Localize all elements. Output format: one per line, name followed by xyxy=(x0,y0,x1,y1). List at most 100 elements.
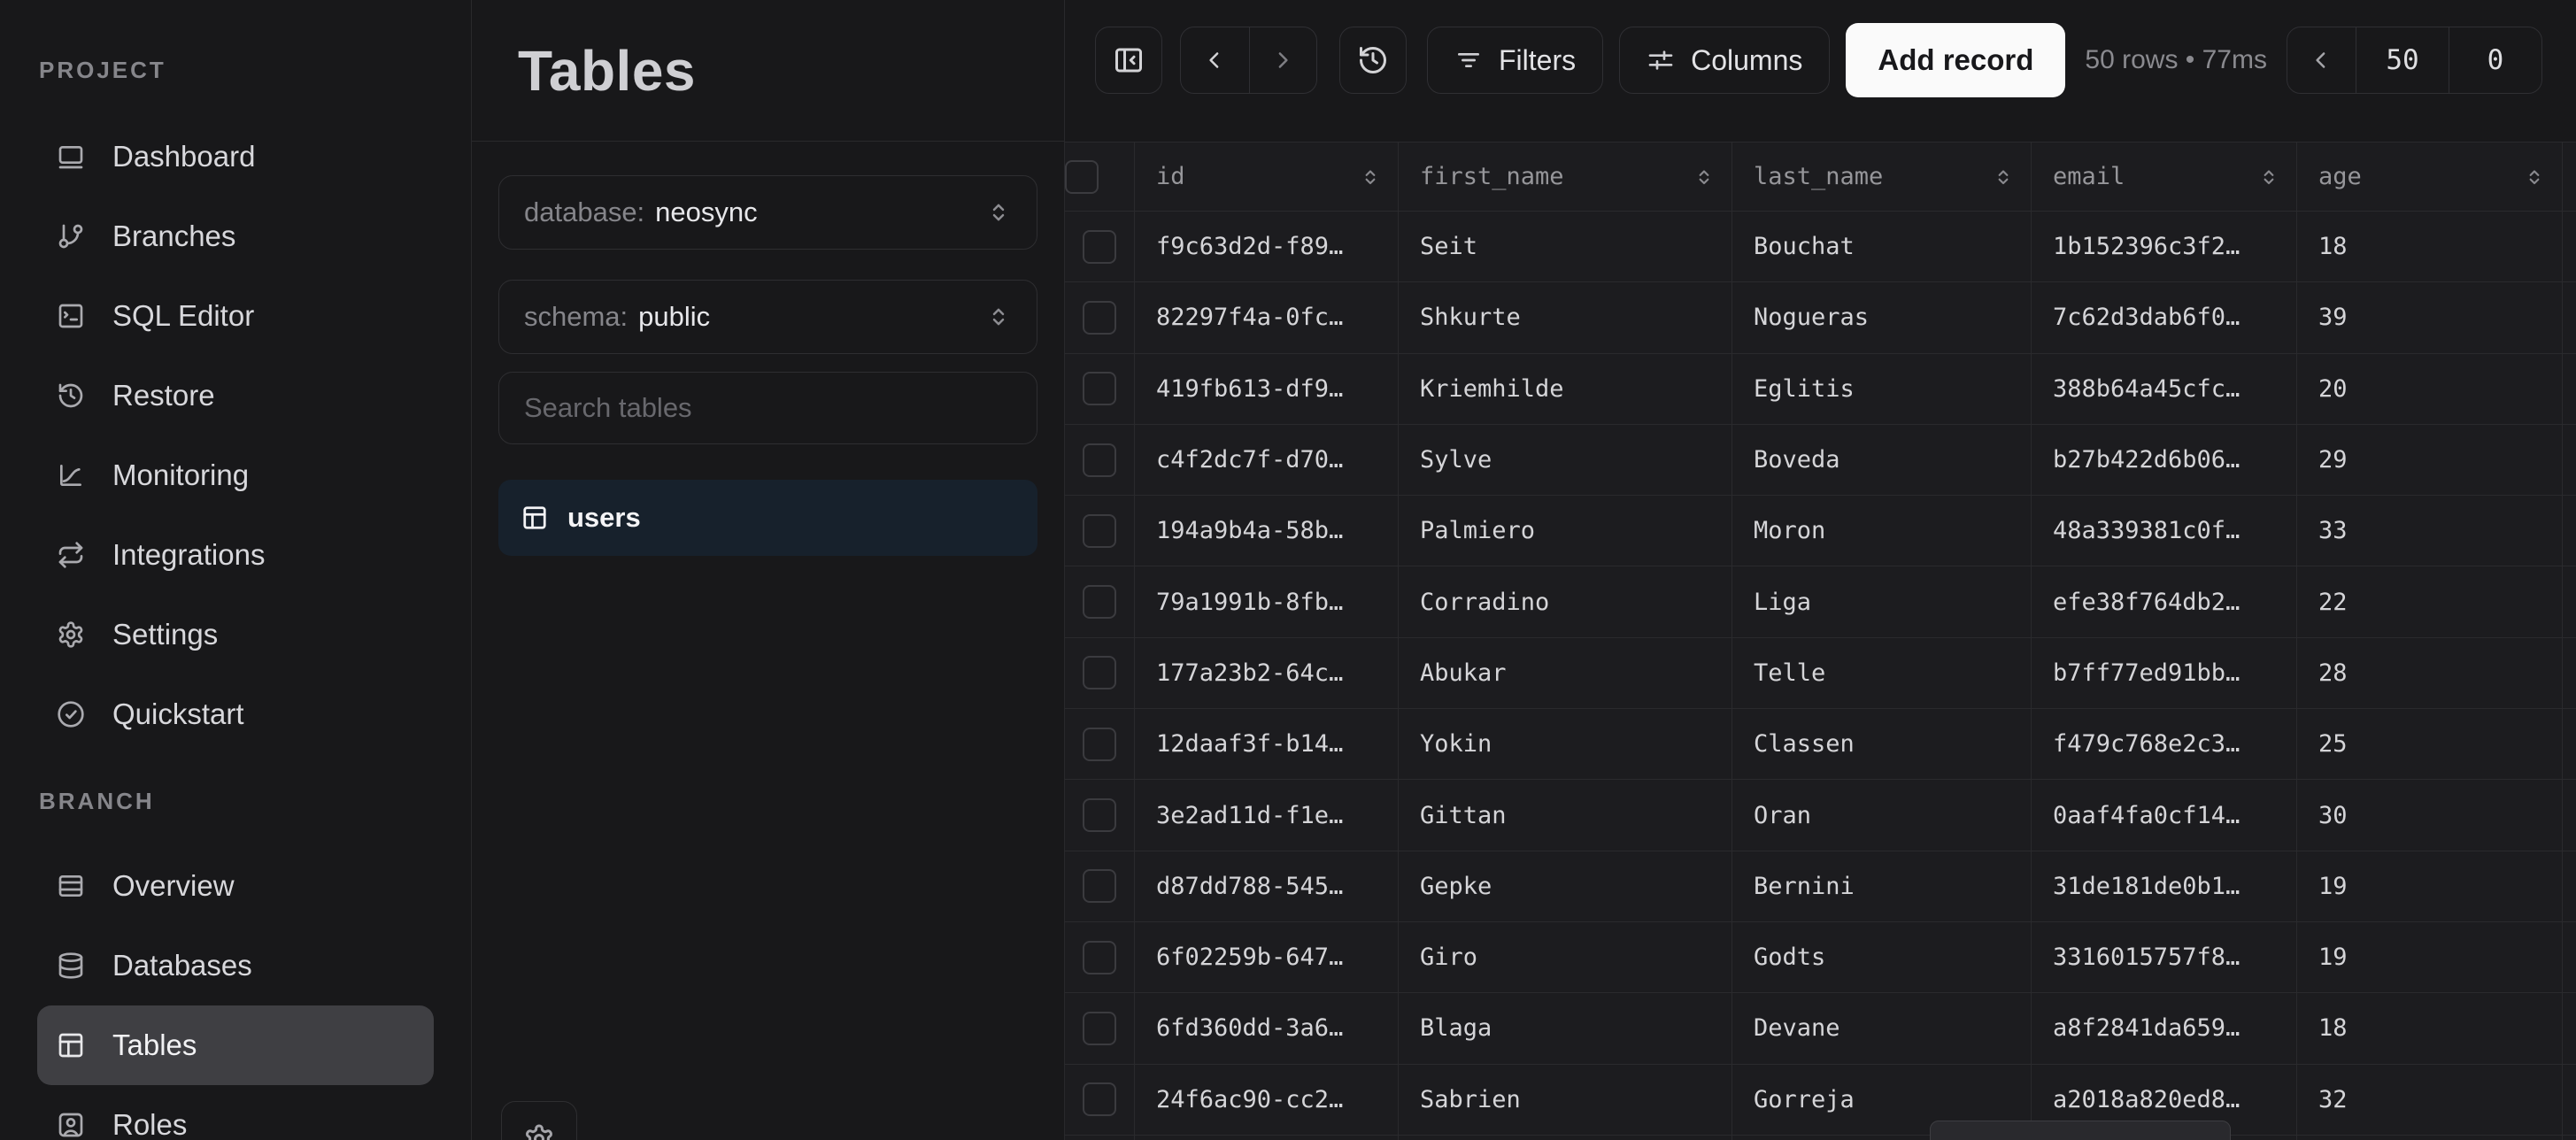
cell-first-name[interactable]: Seit xyxy=(1399,212,1732,281)
column-header-email[interactable]: email xyxy=(2032,142,2297,211)
columns-button[interactable]: Columns xyxy=(1619,27,1830,94)
cell-first-name[interactable]: Gittan xyxy=(1399,780,1732,850)
row-checkbox[interactable] xyxy=(1083,1012,1116,1045)
sidebar-item-overview[interactable]: Overview xyxy=(37,846,434,926)
cell-id[interactable]: f9c63d2d-f89… xyxy=(1135,212,1399,281)
select-all-checkbox[interactable] xyxy=(1065,160,1099,194)
cell-age[interactable]: 32 xyxy=(2297,1065,2563,1135)
cell-first-name[interactable]: Corradino xyxy=(1399,566,1732,636)
cell-first-name[interactable]: Giro xyxy=(1399,922,1732,992)
cell-last-name[interactable]: Devane xyxy=(1732,993,2032,1063)
cell-age[interactable]: 30 xyxy=(2297,780,2563,850)
table-row[interactable]: d87dd788-545… Gepke Bernini 31de181de0b1… xyxy=(1065,851,2576,922)
cell-first-name[interactable]: Abukar xyxy=(1399,638,1732,708)
cell-age[interactable]: 18 xyxy=(2297,212,2563,281)
table-row[interactable]: 419fb613-df9… Kriemhilde Eglitis 388b64a… xyxy=(1065,354,2576,425)
history-button[interactable] xyxy=(1339,27,1407,94)
row-checkbox[interactable] xyxy=(1083,798,1116,832)
cell-last-name[interactable]: Bouchat xyxy=(1732,212,2032,281)
sidebar-item-dashboard[interactable]: Dashboard xyxy=(37,117,434,196)
add-record-button[interactable]: Add record xyxy=(1846,23,2065,97)
cell-id[interactable]: 419fb613-df9… xyxy=(1135,354,1399,424)
cell-last-name[interactable]: Eglitis xyxy=(1732,354,2032,424)
sidebar-item-monitoring[interactable]: Monitoring xyxy=(37,435,434,515)
cell-email[interactable]: b7ff77ed91bb… xyxy=(2032,638,2297,708)
cell-first-name[interactable]: Yokin xyxy=(1399,709,1732,779)
cell-id[interactable]: 6f02259b-647… xyxy=(1135,922,1399,992)
row-checkbox[interactable] xyxy=(1083,1082,1116,1116)
sidebar-item-tables[interactable]: Tables xyxy=(37,1005,434,1085)
cell-last-name[interactable]: Nogueras xyxy=(1732,282,2032,352)
sort-icon[interactable] xyxy=(1359,166,1382,189)
cell-last-name[interactable]: Bernini xyxy=(1732,851,2032,921)
cell-email[interactable]: f479c768e2c3… xyxy=(2032,709,2297,779)
cell-id[interactable]: 12daaf3f-b14… xyxy=(1135,709,1399,779)
sidebar-item-sql-editor[interactable]: SQL Editor xyxy=(37,276,434,356)
cell-email[interactable]: 388b64a45cfc… xyxy=(2032,354,2297,424)
cell-first-name[interactable]: Kriemhilde xyxy=(1399,354,1732,424)
table-row[interactable]: 194a9b4a-58b… Palmiero Moron 48a339381c0… xyxy=(1065,496,2576,566)
cell-first-name[interactable]: Sabrien xyxy=(1399,1065,1732,1135)
cell-first-name[interactable]: Shkurte xyxy=(1399,282,1732,352)
cell-age[interactable]: 22 xyxy=(2297,566,2563,636)
cell-id[interactable]: 177a23b2-64c… xyxy=(1135,638,1399,708)
table-row[interactable]: 82297f4a-0fc… Shkurte Nogueras 7c62d3dab… xyxy=(1065,282,2576,353)
cell-first-name[interactable]: Gepke xyxy=(1399,851,1732,921)
sort-icon[interactable] xyxy=(1992,166,2015,189)
table-row[interactable]: 79a1991b-8fb… Corradino Liga efe38f764db… xyxy=(1065,566,2576,637)
sidebar-item-branches[interactable]: Branches xyxy=(37,196,434,276)
sort-icon[interactable] xyxy=(2257,166,2280,189)
next-button[interactable] xyxy=(1249,27,1317,93)
row-checkbox[interactable] xyxy=(1083,372,1116,405)
row-checkbox[interactable] xyxy=(1083,301,1116,335)
cell-id[interactable]: c4f2dc7f-d70… xyxy=(1135,425,1399,495)
cell-last-name[interactable]: Telle xyxy=(1732,638,2032,708)
cell-last-name[interactable]: Moron xyxy=(1732,496,2032,566)
cell-email[interactable]: 1b152396c3f2… xyxy=(2032,212,2297,281)
filters-button[interactable]: Filters xyxy=(1427,27,1603,94)
cell-age[interactable]: 39 xyxy=(2297,282,2563,352)
row-checkbox[interactable] xyxy=(1083,443,1116,477)
column-header-last-name[interactable]: last_name xyxy=(1732,142,2032,211)
horizontal-scrollbar-thumb[interactable] xyxy=(1930,1121,2231,1140)
cell-last-name[interactable]: Boveda xyxy=(1732,425,2032,495)
database-select[interactable]: database: neosync xyxy=(498,175,1037,250)
row-checkbox[interactable] xyxy=(1083,230,1116,264)
cell-id[interactable]: 79a1991b-8fb… xyxy=(1135,566,1399,636)
sidebar-item-quickstart[interactable]: Quickstart xyxy=(37,674,434,754)
table-row[interactable]: 6fd360dd-3a6… Blaga Devane a8f2841da659…… xyxy=(1065,993,2576,1064)
cell-id[interactable]: 24f6ac90-cc2… xyxy=(1135,1065,1399,1135)
cell-id[interactable]: 194a9b4a-58b… xyxy=(1135,496,1399,566)
table-row[interactable]: c4f2dc7f-d70… Sylve Boveda b27b422d6b06…… xyxy=(1065,425,2576,496)
cell-age[interactable]: 19 xyxy=(2297,851,2563,921)
column-header-age[interactable]: age xyxy=(2297,142,2563,211)
sidebar-item-roles[interactable]: Roles xyxy=(37,1085,434,1140)
row-checkbox[interactable] xyxy=(1083,869,1116,903)
cell-email[interactable]: efe38f764db2… xyxy=(2032,566,2297,636)
cell-age[interactable]: 18 xyxy=(2297,993,2563,1063)
sidebar-item-databases[interactable]: Databases xyxy=(37,926,434,1005)
cell-last-name[interactable]: Classen xyxy=(1732,709,2032,779)
cell-first-name[interactable]: Blaga xyxy=(1399,993,1732,1063)
cell-email[interactable]: a8f2841da659… xyxy=(2032,993,2297,1063)
table-list-item-users[interactable]: users xyxy=(498,480,1037,556)
sidebar-item-restore[interactable]: Restore xyxy=(37,356,434,435)
page-size-value[interactable]: 50 xyxy=(2356,27,2449,93)
column-header-id[interactable]: id xyxy=(1135,142,1399,211)
cell-first-name[interactable]: Sylve xyxy=(1399,425,1732,495)
table-row[interactable]: 6f02259b-647… Giro Godts 3316015757f8… 1… xyxy=(1065,922,2576,993)
cell-age[interactable]: 29 xyxy=(2297,425,2563,495)
cell-last-name[interactable]: Godts xyxy=(1732,922,2032,992)
cell-first-name[interactable]: Palmiero xyxy=(1399,496,1732,566)
cell-last-name[interactable]: Liga xyxy=(1732,566,2032,636)
cell-age[interactable]: 20 xyxy=(2297,354,2563,424)
table-row[interactable]: f9c63d2d-f89… Seit Bouchat 1b152396c3f2…… xyxy=(1065,212,2576,282)
table-row[interactable]: 12daaf3f-b14… Yokin Classen f479c768e2c3… xyxy=(1065,709,2576,780)
table-row[interactable]: 177a23b2-64c… Abukar Telle b7ff77ed91bb…… xyxy=(1065,638,2576,709)
cell-id[interactable]: 3e2ad11d-f1e… xyxy=(1135,780,1399,850)
row-checkbox[interactable] xyxy=(1083,656,1116,689)
cell-age[interactable]: 33 xyxy=(2297,496,2563,566)
sort-icon[interactable] xyxy=(1693,166,1716,189)
table-row[interactable]: 3e2ad11d-f1e… Gittan Oran 0aaf4fa0cf14… … xyxy=(1065,780,2576,851)
sidebar-item-integrations[interactable]: Integrations xyxy=(37,515,434,595)
